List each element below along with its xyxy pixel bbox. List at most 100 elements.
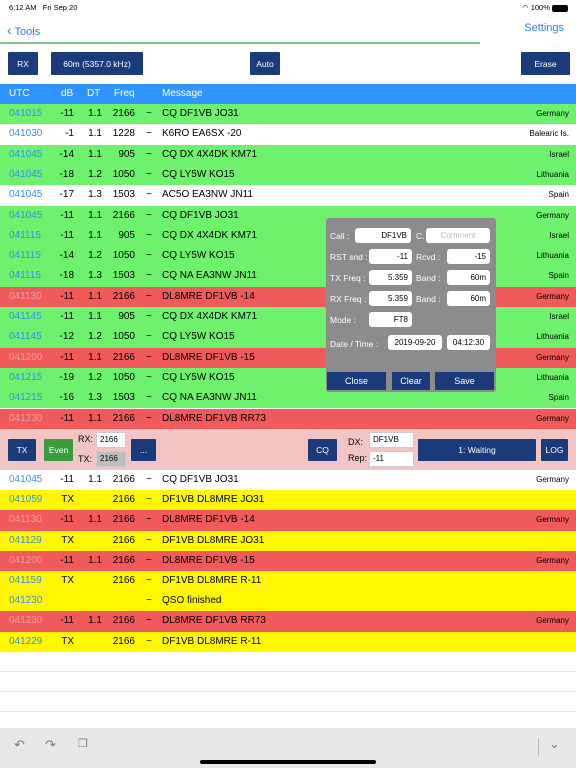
dt-cell: 1.1	[88, 229, 102, 241]
header-utc: UTC	[9, 88, 30, 99]
dt-cell: 1.1	[88, 474, 102, 485]
header-freq: Freq	[114, 88, 135, 99]
freq-cell: 1050	[112, 168, 135, 180]
tx-freq-field[interactable]: 5.359	[369, 270, 412, 285]
even-button[interactable]: Even	[44, 439, 73, 461]
navigation-bar: ‹ Tools Settings	[0, 14, 576, 44]
utc-cell: 041145	[9, 311, 42, 322]
utc-cell: 041045	[9, 189, 43, 201]
country-cell: Germany	[536, 291, 569, 301]
utc-cell: 041145	[9, 331, 42, 343]
rst-sent-field[interactable]: -11	[369, 249, 412, 264]
db-cell: -11	[60, 229, 74, 241]
table-row[interactable]: 041229 TX 2166 ~ DF1VB DL8MRE R-11	[0, 631, 576, 652]
message-cell: CQ LY5W KO15	[162, 371, 235, 383]
message-cell: CQ NA EA3NW JN11	[162, 270, 257, 282]
clear-button[interactable]: Clear	[392, 372, 430, 390]
country-cell: Lithuania	[536, 332, 569, 342]
rx-freq-field[interactable]: 2166	[96, 432, 126, 448]
band-button[interactable]: 60m (5357.0 kHz)	[51, 52, 143, 75]
tilde-cell: ~	[146, 554, 152, 566]
log-button[interactable]: LOG	[541, 439, 568, 461]
tilde-cell: ~	[146, 290, 152, 302]
table-row[interactable]: 041030 -1 1.1 1228 ~ K6RO EA6SX -20 Balearic I…	[0, 124, 576, 145]
erase-button[interactable]: Erase	[521, 52, 570, 75]
tilde-cell: ~	[146, 494, 152, 506]
message-cell: DF1VB DL8MRE R-11	[162, 635, 262, 647]
utc-cell: 041045	[9, 148, 43, 160]
utc-cell: 041159	[9, 575, 42, 586]
back-button[interactable]: ‹ Tools	[7, 22, 40, 38]
cq-button[interactable]: CQ	[308, 439, 337, 461]
dx-call-field[interactable]: DF1VB	[369, 432, 414, 448]
report-field[interactable]: -11	[369, 451, 414, 467]
message-cell: DL8MRE DF1VB RR73	[162, 615, 266, 627]
rep-label: Rep:	[348, 453, 368, 463]
settings-button[interactable]: Settings	[524, 22, 564, 34]
country-cell: Lithuania	[536, 372, 569, 382]
rx-band-field[interactable]: 60m	[447, 291, 490, 306]
tilde-cell: ~	[146, 229, 152, 241]
qso-state-button[interactable]: 1: Waiting	[418, 439, 536, 461]
tx-button[interactable]: TX	[8, 439, 36, 461]
undo-icon[interactable]: ↶	[14, 737, 25, 753]
table-row[interactable]: 041230 -11 1.1 2166 ~ DL8MRE DF1VB RR73 German…	[0, 408, 576, 429]
message-cell: CQ DX 4X4DK KM71	[162, 148, 258, 160]
tilde-cell: ~	[146, 514, 152, 526]
country-cell: Lithuania	[536, 169, 569, 179]
table-row[interactable]: 041015 -11 1.1 2166 ~ CQ DF1VB JO31 Germany	[0, 104, 576, 125]
freq-cell: 2166	[112, 635, 135, 647]
table-row[interactable]: 041045 -11 1.1 2166 ~ CQ DF1VB JO31 Germany	[0, 470, 576, 491]
utc-cell: 041115	[9, 229, 41, 241]
message-cell: CQ DF1VB JO31	[162, 108, 239, 119]
redo-icon[interactable]: ↷	[45, 737, 56, 753]
tx-freq-label: TX:	[78, 454, 93, 464]
table-row[interactable]: 041130 -11 1.1 2166 ~ DL8MRE DF1VB -14 Germany	[0, 510, 576, 531]
dt-cell: 1.2	[88, 250, 102, 262]
utc-cell: 041115	[9, 270, 41, 282]
table-row[interactable]: 041059 TX 2166 ~ DF1VB DL8MRE JO31	[0, 490, 576, 511]
db-cell: -11	[60, 554, 74, 566]
table-row[interactable]: 041045 -17 1.3 1503 ~ AC5O EA3NW JN11 Spain	[0, 185, 576, 206]
comment-field[interactable]: Comment	[426, 228, 490, 243]
auto-button[interactable]: Auto	[250, 52, 280, 75]
call-field[interactable]: DF1VB	[355, 228, 411, 243]
tx-control-bar: TX Even RX: 2166 TX: 2166 ... CQ DX: DF1…	[0, 429, 576, 471]
db-cell: -11	[60, 514, 74, 526]
table-row[interactable]: 041200 -11 1.1 2166 ~ DL8MRE DF1VB -15 Germany	[0, 550, 576, 572]
wifi-icon: ◠	[522, 3, 529, 12]
save-button[interactable]: Save	[435, 372, 494, 390]
country-cell: Lithuania	[536, 251, 569, 261]
mode-label: Mode :	[330, 315, 356, 325]
dt-cell: 1.1	[88, 554, 102, 566]
utc-cell: 041130	[9, 290, 42, 302]
close-button[interactable]: Close	[327, 372, 386, 390]
db-cell: -14	[59, 250, 74, 262]
table-row[interactable]: 041159 TX 2166 ~ DF1VB DL8MRE R-11	[0, 571, 576, 592]
date-field[interactable]: 2019-09-20	[388, 335, 442, 350]
status-time: 6:12 AM Fri Sep 20	[9, 3, 78, 12]
message-cell: CQ DF1VB JO31	[162, 474, 239, 485]
table-row[interactable]: 041045 -14 1.1 905 ~ CQ DX 4X4DK KM71 Israel	[0, 144, 576, 165]
rx-button[interactable]: RX	[8, 52, 38, 75]
table-row[interactable]: 041045 -18 1.2 1050 ~ CQ LY5W KO15 Lithuania	[0, 164, 576, 186]
tx-freq-field[interactable]: 2166	[96, 451, 126, 467]
message-cell: QSO finished	[162, 595, 222, 607]
table-row[interactable]: 041230 -11 1.1 2166 ~ DL8MRE DF1VB RR73 German…	[0, 611, 576, 632]
chevron-down-icon[interactable]: ⌄	[549, 736, 560, 752]
more-button[interactable]: ...	[131, 439, 156, 461]
country-cell: Germany	[536, 475, 569, 484]
utc-cell: 041230	[9, 412, 43, 424]
utc-cell: 041200	[9, 351, 43, 363]
table-row[interactable]: 041230 ~ QSO finished	[0, 591, 576, 612]
tx-band-field[interactable]: 60m	[447, 270, 490, 285]
call-label: Call :	[330, 231, 350, 241]
rcvd-field[interactable]: -15	[447, 249, 490, 264]
table-row[interactable]: 041129 TX 2166 ~ DF1VB DL8MRE JO31	[0, 530, 576, 551]
dt-cell: 1.3	[88, 270, 102, 282]
freq-cell: 2166	[112, 351, 135, 363]
mode-field[interactable]: FT8	[369, 312, 412, 327]
time-field[interactable]: 04:12:30	[447, 335, 490, 350]
clipboard-icon[interactable]: ❐	[78, 737, 88, 750]
rx-freq-field[interactable]: 5.359	[369, 291, 412, 306]
